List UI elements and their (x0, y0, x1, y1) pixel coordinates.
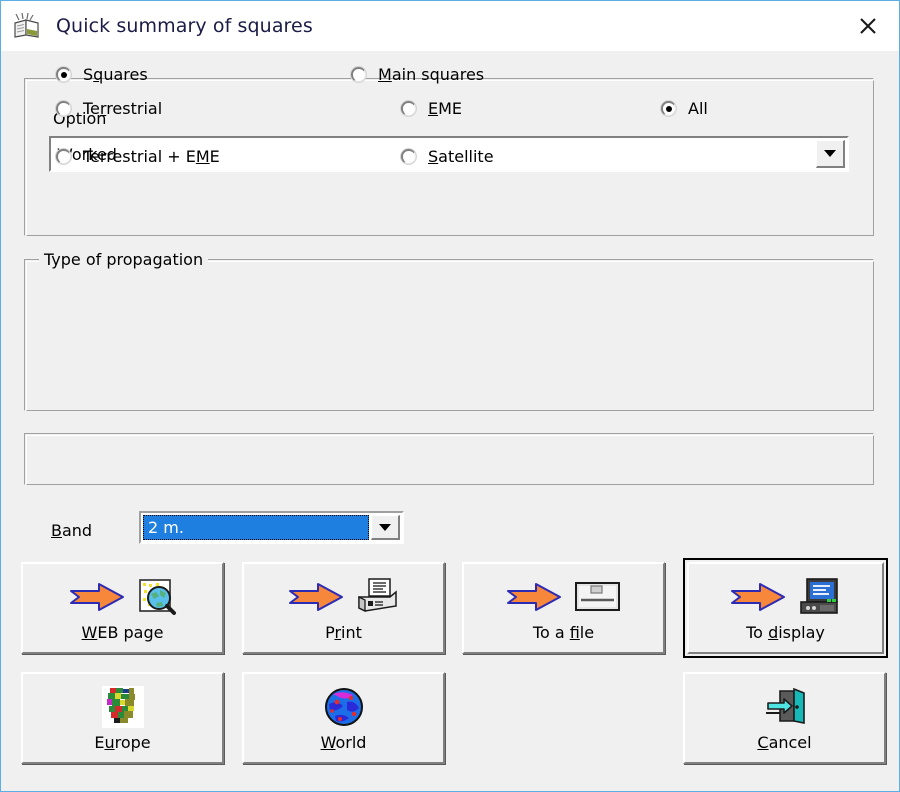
dialog-body: Option Worked Type of propagation Terres… (1, 51, 899, 791)
radio-terrestrial-mark (56, 101, 71, 116)
cancel-button-icons (762, 684, 808, 730)
world-globe-icon (324, 688, 363, 726)
print-button-icons (288, 574, 400, 620)
band-label: Band (51, 521, 93, 540)
to-display-button-inner: To display (687, 562, 884, 654)
world-button-label: World (320, 733, 367, 752)
to-display-button[interactable]: To display (683, 558, 888, 658)
radio-squares[interactable]: Squares (56, 65, 148, 84)
propagation-group: Type of propagation (24, 250, 874, 411)
radio-main-squares-label: Main squares (378, 65, 485, 84)
close-icon[interactable] (837, 1, 899, 50)
propagation-group-legend: Type of propagation (39, 250, 209, 269)
dialog-window: Quick summary of squares Option Worked T… (0, 0, 900, 792)
to-a-file-button-label: To a file (532, 623, 595, 642)
radio-terrestrial-plus-eme-label: Terrestrial + EME (83, 147, 220, 166)
radio-terrestrial-plus-eme[interactable]: Terrestrial + EME (56, 147, 220, 166)
chevron-down-icon[interactable] (371, 515, 400, 540)
cancel-button[interactable]: Cancel (683, 672, 886, 764)
chevron-down-glyph (824, 150, 836, 157)
print-button[interactable]: Print (242, 562, 445, 654)
window-title: Quick summary of squares (56, 15, 313, 37)
squares-group (24, 433, 874, 485)
book-antenna-icon (12, 11, 44, 41)
radio-satellite-mark (401, 149, 416, 164)
title-bar: Quick summary of squares (1, 1, 899, 52)
to-a-file-button[interactable]: To a file (462, 562, 665, 654)
web-page-button-label: WEB page (81, 623, 164, 642)
radio-terrestrial-label: Terrestrial (83, 99, 163, 118)
web-page-button-icons (69, 574, 177, 620)
orange-arrow-icon (288, 583, 343, 611)
radio-squares-mark (56, 67, 71, 82)
europe-button-label: Europe (94, 733, 151, 752)
radio-terrestrial[interactable]: Terrestrial (56, 99, 162, 118)
radio-squares-label: Squares (83, 65, 148, 84)
radio-main-squares-mark (351, 67, 366, 82)
exit-door-icon (765, 687, 805, 724)
radio-all[interactable]: All (661, 99, 708, 118)
web-page-globe-icon (138, 579, 176, 615)
europe-button[interactable]: Europe (21, 672, 224, 764)
computer-monitor-icon (799, 578, 838, 614)
web-page-button[interactable]: WEB page (21, 562, 224, 654)
radio-all-mark (661, 101, 676, 116)
radio-eme[interactable]: EME (401, 99, 462, 118)
chevron-down-glyph (379, 523, 391, 531)
world-button-icons (323, 684, 365, 730)
to-display-button-icons (730, 574, 842, 620)
radio-satellite-label: Satellite (428, 147, 494, 166)
disk-drive-icon (574, 582, 620, 611)
band-combobox[interactable]: 2 m. (139, 511, 404, 544)
printer-icon (357, 578, 397, 613)
radio-eme-mark (401, 101, 416, 116)
radio-terrestrial-plus-eme-mark (56, 149, 71, 164)
print-button-label: Print (325, 623, 362, 642)
europe-map-icon (101, 686, 144, 728)
world-button[interactable]: World (242, 672, 445, 764)
orange-arrow-icon (506, 583, 561, 611)
radio-all-label: All (688, 99, 708, 118)
chevron-down-icon[interactable] (816, 140, 845, 168)
radio-eme-label: EME (428, 99, 463, 118)
europe-button-icons (101, 684, 144, 730)
to-a-file-button-icons (506, 574, 622, 620)
to-display-button-label: To display (746, 623, 825, 642)
radio-main-squares[interactable]: Main squares (351, 65, 484, 84)
orange-arrow-icon (730, 583, 785, 611)
orange-arrow-icon (69, 583, 124, 611)
cancel-button-label: Cancel (757, 733, 812, 752)
radio-satellite[interactable]: Satellite (401, 147, 494, 166)
band-combobox-value: 2 m. (143, 515, 369, 540)
